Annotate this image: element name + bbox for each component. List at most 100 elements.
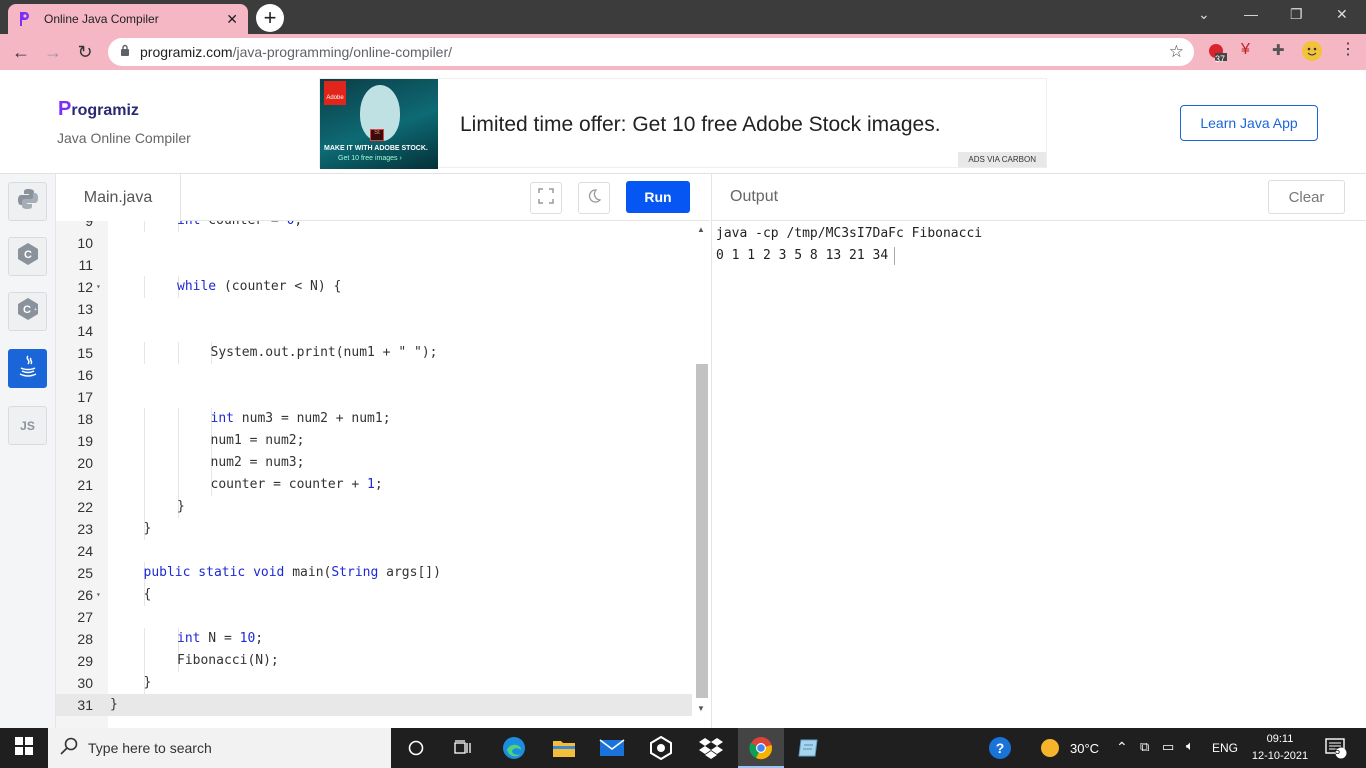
dropbox-icon[interactable] — [697, 734, 725, 762]
code-line[interactable]: 18 int num3 = num2 + num1; — [56, 408, 692, 430]
new-tab-button[interactable]: + — [256, 4, 284, 32]
bookmark-star-icon[interactable]: ☆ — [1169, 42, 1184, 62]
code-line[interactable]: 27 — [56, 606, 692, 628]
chevron-up-icon[interactable]: ⌃ — [1116, 739, 1128, 756]
window-close-icon[interactable]: ✕ — [1336, 6, 1348, 23]
code-text: public static void main(String args[]) — [143, 565, 441, 580]
profile-avatar[interactable] — [1302, 41, 1322, 66]
tab-close-icon[interactable]: ✕ — [226, 11, 238, 28]
python-language-button[interactable] — [8, 182, 47, 221]
editor-scrollbar-thumb[interactable] — [696, 364, 708, 698]
app-icon[interactable] — [647, 734, 675, 762]
ad-headline[interactable]: Limited time offer: Get 10 free Adobe St… — [460, 113, 941, 137]
code-line[interactable]: 9 int counter = 0; — [56, 221, 692, 232]
ad-banner[interactable]: Adobe St MAKE IT WITH ADOBE STOCK. Get 1… — [319, 78, 1047, 169]
fullscreen-button[interactable] — [530, 182, 562, 214]
address-bar[interactable]: programiz.com/java-programming/online-co… — [108, 38, 1194, 66]
code-line[interactable]: 13 — [56, 298, 692, 320]
learn-java-app-button[interactable]: Learn Java App — [1180, 105, 1318, 141]
minimize-icon[interactable]: — — [1244, 6, 1258, 22]
language-indicator[interactable]: ENG — [1212, 741, 1238, 755]
extension-icon[interactable]: ¥ — [1241, 41, 1250, 59]
restore-icon[interactable]: ❐ — [1290, 6, 1303, 23]
puzzle-icon[interactable]: ✚ — [1272, 41, 1285, 59]
edge-icon[interactable] — [500, 734, 528, 762]
scroll-up-icon[interactable]: ▲ — [697, 225, 705, 234]
java-language-button[interactable] — [8, 349, 47, 388]
battery-icon[interactable]: ▭ — [1162, 739, 1174, 755]
back-arrow-icon[interactable]: ← — [10, 41, 32, 63]
code-line[interactable]: 26 ▾ { — [56, 584, 692, 606]
code-line[interactable]: 21 counter = counter + 1; — [56, 474, 692, 496]
code-text: } — [110, 697, 118, 712]
cortana-icon[interactable] — [402, 734, 430, 762]
output-header: Output Clear — [711, 174, 1366, 221]
code-line[interactable]: 28 int N = 10; — [56, 628, 692, 650]
fold-arrow-icon[interactable]: ▾ — [96, 276, 101, 298]
code-line[interactable]: 29 Fibonacci(N); — [56, 650, 692, 672]
search-placeholder: Type here to search — [88, 740, 212, 756]
code-line[interactable]: 12 ▾ while (counter < N) { — [56, 276, 692, 298]
indent-guide — [144, 342, 145, 364]
indent-guide — [144, 221, 145, 232]
c-language-button[interactable]: C — [8, 237, 47, 276]
browser-tab-bar: Online Java Compiler ✕ + ⌄ — ❐ ✕ — [0, 0, 1366, 34]
js-language-button[interactable]: JS — [8, 406, 47, 445]
task-view-icon[interactable] — [449, 734, 477, 762]
code-editor[interactable]: ▲ ▼ 9int counter = 0; 10 1112▾while (count… — [56, 221, 710, 728]
code-text: num2 = num3; — [210, 455, 305, 470]
notification-count: 5 — [1335, 746, 1341, 756]
dark-mode-button[interactable] — [578, 182, 610, 214]
browser-tab[interactable]: Online Java Compiler ✕ — [8, 4, 248, 34]
code-line[interactable]: 30} — [56, 672, 692, 694]
temperature-text[interactable]: 30°C — [1070, 741, 1099, 756]
clear-button[interactable]: Clear — [1268, 180, 1345, 214]
code-line[interactable]: 16 — [56, 364, 692, 386]
line-number: 13 — [77, 301, 93, 317]
notepad-icon[interactable] — [795, 734, 823, 762]
network-icon[interactable]: ⧉ — [1140, 739, 1149, 755]
scroll-down-icon[interactable]: ▼ — [697, 704, 705, 713]
programiz-logo[interactable]: Programiz — [58, 98, 139, 121]
ad-make-text: MAKE IT WITH ADOBE STOCK. — [324, 145, 428, 152]
chevron-down-icon[interactable]: ⌄ — [1198, 6, 1210, 23]
code-line[interactable]: 17 — [56, 386, 692, 408]
cpp-language-button[interactable]: C + — [8, 292, 47, 331]
help-icon[interactable]: ? — [986, 734, 1014, 762]
code-line[interactable]: 15 System.out.print(num1 + " "); — [56, 342, 692, 364]
menu-kebab-icon[interactable]: ⋮ — [1340, 39, 1356, 59]
code-line[interactable]: 11 — [56, 254, 692, 276]
code-text: counter = counter + 1; — [210, 477, 383, 492]
code-line[interactable]: 20 num2 = num3; — [56, 452, 692, 474]
code-line[interactable]: 24 — [56, 540, 692, 562]
code-line[interactable]: 23} — [56, 518, 692, 540]
output-console[interactable]: java -cp /tmp/MC3sI7DaFc Fibonacci 0 1 1… — [711, 221, 1366, 728]
file-tab-main-java[interactable]: Main.java — [56, 174, 181, 221]
volume-icon[interactable]: 🔈︎ — [1186, 738, 1194, 754]
line-number: 29 — [77, 653, 93, 669]
file-explorer-icon[interactable] — [550, 734, 578, 762]
forward-arrow-icon[interactable]: → — [42, 41, 64, 63]
run-button[interactable]: Run — [626, 181, 690, 213]
code-text: int num3 = num2 + num1; — [210, 411, 391, 426]
indent-guide — [177, 474, 179, 496]
line-number: 14 — [77, 323, 93, 339]
ad-via-carbon[interactable]: ADS VIA CARBON — [958, 152, 1046, 167]
line-number: 10 — [77, 235, 93, 251]
start-button[interactable] — [0, 728, 48, 768]
chrome-icon[interactable] — [747, 734, 775, 762]
code-line[interactable]: 31} — [56, 694, 692, 716]
taskbar-clock[interactable]: 09:11 12-10-2021 — [1240, 731, 1320, 765]
code-line[interactable]: 25 public static void main(String args[]) — [56, 562, 692, 584]
code-text: num1 = num2; — [210, 433, 305, 448]
reload-icon[interactable]: ↻ — [74, 41, 96, 63]
code-line[interactable]: 10 — [56, 232, 692, 254]
mail-icon[interactable] — [598, 734, 626, 762]
code-line[interactable]: 22} — [56, 496, 692, 518]
code-line[interactable]: 14 — [56, 320, 692, 342]
weather-sun-icon[interactable] — [1036, 734, 1064, 762]
code-text: } — [143, 675, 152, 690]
code-line[interactable]: 19 num1 = num2; — [56, 430, 692, 452]
fold-arrow-icon[interactable]: ▾ — [96, 584, 101, 606]
taskbar-search-box[interactable]: Type here to search — [48, 728, 391, 768]
